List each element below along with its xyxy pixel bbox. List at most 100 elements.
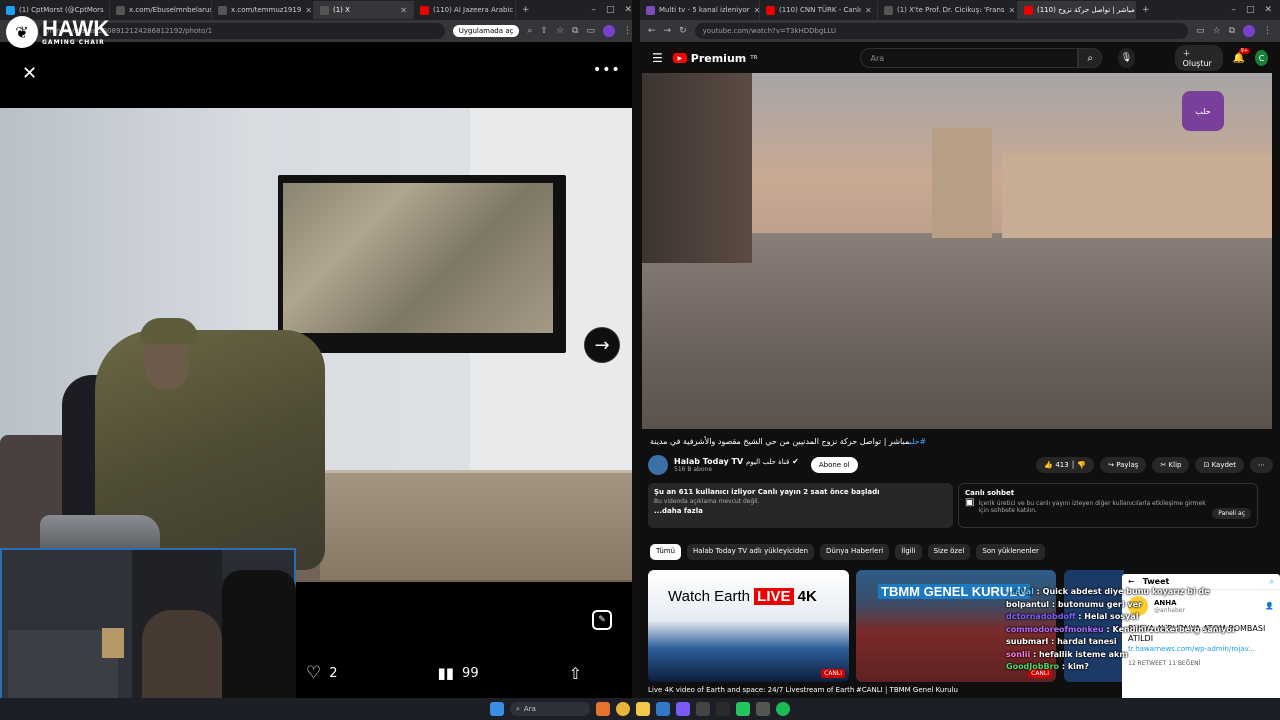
clip-button[interactable]: ✂ Klip (1152, 457, 1190, 473)
app-icon[interactable] (596, 702, 610, 716)
window-close-icon[interactable]: ✕ (624, 5, 632, 15)
left-tab-2[interactable]: x.com/temmuz1919 ✕ (212, 1, 314, 19)
channel-name[interactable]: Halab Today TV قناة حلب اليوم ✔ (674, 457, 799, 466)
forward-icon[interactable]: → (664, 26, 672, 36)
channel-avatar[interactable] (648, 455, 668, 475)
close-icon[interactable]: ✕ (1009, 6, 1016, 15)
like-video-button[interactable]: 👍 413 │ 👎 (1036, 457, 1095, 473)
x-favicon-icon (6, 5, 15, 15)
minimize-icon[interactable]: – (1231, 5, 1236, 15)
chip-uploader[interactable]: Halab Today TV adlı yükleyiciden (687, 544, 815, 560)
left-tab-4[interactable]: (110) Al Jazeera Arabic✕ (414, 1, 516, 19)
desc-stats: Şu an 611 kullanıcı izliyor Canlı yayın … (654, 488, 880, 496)
desc-more-link[interactable]: ...daha fazla (654, 507, 947, 515)
chip-for-you[interactable]: Size özel (927, 544, 971, 560)
minimize-icon[interactable]: – (591, 5, 596, 15)
recommended-video-title[interactable]: Live 4K video of Earth and space: 24/7 L… (648, 686, 854, 694)
video-thumbnail-earth[interactable]: Watch Earth LIVE 4K CANLI (648, 570, 849, 682)
hamburger-menu-icon[interactable]: ☰ (652, 51, 663, 65)
browser-menu-icon[interactable]: ⋮ (1263, 26, 1272, 36)
right-tab-3[interactable]: (110) مباشر | تواصل حركة نزوح✕ (1018, 1, 1136, 19)
right-tab-0[interactable]: Multi tv - 5 kanal izleniyor ✕ (640, 1, 760, 19)
new-tab-icon[interactable]: + (522, 5, 530, 15)
more-actions-button[interactable]: ⋯ (1250, 457, 1273, 473)
close-icon[interactable]: ✕ (400, 6, 407, 15)
profile-avatar[interactable] (1243, 25, 1255, 37)
obs-icon[interactable] (716, 702, 730, 716)
search-button[interactable]: ⌕ (1077, 48, 1103, 68)
edit-image-icon[interactable]: ✎ (592, 610, 612, 630)
chip-world-news[interactable]: Dünya Haberleri (820, 544, 890, 560)
sidebar-icon[interactable]: ▭ (586, 26, 595, 36)
extensions-icon[interactable]: ⧉ (572, 26, 578, 36)
like-button[interactable]: ♡ 2 (306, 663, 338, 683)
maximize-icon[interactable]: □ (1246, 5, 1255, 15)
share-icon[interactable]: ⇪ (540, 26, 548, 36)
upload-icon: ⇧ (568, 663, 582, 683)
taskbar-search[interactable]: ⌕ Ara (510, 702, 590, 716)
new-tab-icon[interactable]: + (1142, 5, 1150, 15)
folder-icon[interactable] (636, 702, 650, 716)
zoom-icon[interactable]: ⌕ (527, 26, 532, 36)
bar-chart-icon: ▮▮ (437, 664, 455, 682)
create-button[interactable]: ＋ Oluştur (1174, 45, 1223, 71)
recommended-video-title[interactable]: #CANLI | TBMM Genel Kurulu (856, 686, 958, 694)
right-url-field[interactable]: youtube.com/watch?v=T3kHDDbgLLU (694, 23, 1188, 39)
maximize-icon[interactable]: □ (606, 5, 615, 15)
user-avatar[interactable]: C (1255, 50, 1268, 66)
start-icon[interactable] (490, 702, 504, 716)
chip-recent[interactable]: Son yüklenenler (976, 544, 1045, 560)
chip-all[interactable]: Tümü (650, 544, 682, 560)
youtube-favicon-icon (766, 5, 775, 15)
next-photo-button[interactable]: → (584, 327, 620, 363)
bookmark-star-icon[interactable]: ☆ (556, 26, 564, 36)
profile-avatar[interactable] (603, 25, 615, 37)
app-icon[interactable] (736, 702, 750, 716)
video-title: #حلبمباشر | تواصل حركة نزوح المدنيين من … (650, 437, 927, 446)
video-hashtag[interactable]: #حلب (910, 437, 927, 446)
video-player[interactable]: حلب (642, 73, 1272, 429)
hawk-feather-icon: ❦ (6, 16, 38, 48)
stream-chat-overlay: ...aval : Quick abdest diye bunu koyarız… (1006, 586, 1276, 674)
chip-related[interactable]: İlgili (895, 544, 922, 560)
discord-icon[interactable] (676, 702, 690, 716)
browser-menu-icon[interactable]: ⋮ (623, 26, 632, 36)
edge-icon[interactable] (656, 702, 670, 716)
more-options-icon[interactable]: ••• (593, 62, 621, 78)
save-button[interactable]: ⊡ Kaydet (1195, 457, 1244, 473)
cast-icon[interactable]: ▭ (1196, 26, 1205, 36)
back-icon[interactable]: ← (648, 26, 656, 36)
youtube-logo[interactable]: ▶ Premium TR (672, 52, 758, 65)
microphone-icon: 🎙 (1120, 53, 1133, 63)
chrome-icon[interactable] (616, 702, 630, 716)
app-icon[interactable] (696, 702, 710, 716)
subscribe-button[interactable]: Abone ol (810, 457, 858, 473)
open-panel-button[interactable]: Paneli aç (1212, 508, 1251, 519)
live-label: LIVE (754, 588, 794, 605)
close-viewer-icon[interactable]: ✕ (22, 63, 37, 84)
left-tab-3[interactable]: (1) X ✕ (314, 1, 414, 19)
thumbs-down-icon[interactable]: 👎 (1077, 461, 1086, 469)
left-tab-1[interactable]: x.com/Ebuselmnbelarus✕ (110, 1, 212, 19)
open-in-app-button[interactable]: Uygulamada aç (452, 25, 520, 37)
bookmark-star-icon[interactable]: ☆ (1212, 26, 1220, 36)
app-icon[interactable] (756, 702, 770, 716)
reload-icon[interactable]: ↻ (679, 26, 687, 36)
search-icon: ⌕ (516, 704, 520, 713)
search-icon[interactable]: ⌕ (1270, 577, 1274, 587)
close-icon[interactable]: ✕ (305, 6, 312, 15)
video-description[interactable]: Şu an 611 kullanıcı izliyor Canlı yayın … (648, 483, 953, 528)
share-photo-button[interactable]: ⇧ (569, 664, 582, 683)
share-button[interactable]: ↪ Paylaş (1100, 457, 1147, 473)
spotify-icon[interactable] (776, 702, 790, 716)
views-button[interactable]: ▮▮ 99 (438, 664, 479, 682)
close-icon[interactable]: ✕ (865, 6, 872, 15)
right-tab-2[interactable]: (1) X'te Prof. Dr. Cicikuş: 'Frans ✕ (878, 1, 1018, 19)
extensions-icon[interactable]: ⧉ (1229, 26, 1235, 36)
voice-search-button[interactable]: 🎙 (1118, 48, 1135, 68)
back-icon[interactable]: ← (1128, 577, 1135, 586)
right-tab-1[interactable]: (110) CNN TÜRK - Canlı ✕ (760, 1, 878, 19)
window-close-icon[interactable]: ✕ (1264, 5, 1272, 15)
youtube-search-input[interactable]: Ara (859, 48, 1078, 68)
notifications-button[interactable]: 🔔 9+ (1233, 47, 1251, 64)
